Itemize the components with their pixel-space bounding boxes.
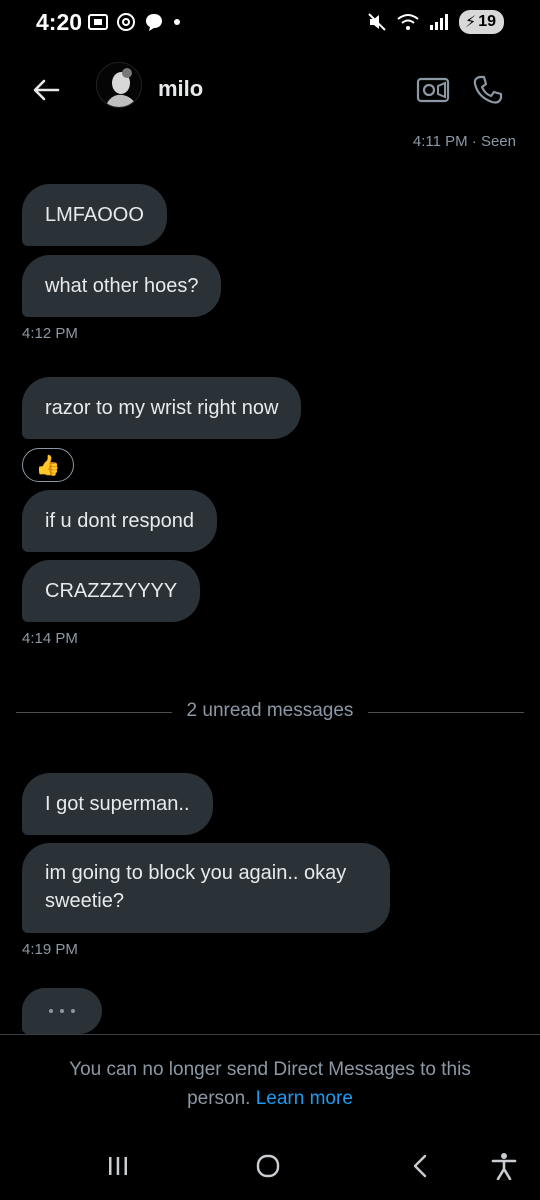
video-call-icon[interactable] [416, 76, 450, 104]
message-timestamp: 4:19 PM [22, 941, 78, 958]
typing-dot [71, 1009, 75, 1013]
system-icons: ⚡ 19 [367, 10, 504, 34]
unread-messages-label: 2 unread messages [186, 700, 354, 721]
phone-icon[interactable] [472, 74, 504, 106]
accessibility-button[interactable] [484, 1150, 524, 1182]
avatar[interactable] [96, 62, 142, 108]
dot-icon [174, 19, 180, 25]
status-bar: 4:20 ⚡ 19 [0, 0, 540, 44]
seen-status: 4:11 PM · Seen [412, 133, 516, 150]
contact-name[interactable]: milo [158, 76, 203, 102]
back-arrow-icon[interactable] [30, 74, 62, 106]
footer-divider [0, 1034, 540, 1035]
mute-icon [368, 13, 386, 31]
message-bubble[interactable]: CRAZZZYYYY [22, 560, 201, 622]
thumbs-up-icon: 👍 [35, 454, 61, 477]
message-bubble[interactable]: razor to my wrist right now [22, 377, 302, 439]
avatar-image [97, 63, 141, 107]
recents-icon [109, 1157, 127, 1175]
threads-icon [117, 13, 135, 31]
signal-icon [429, 14, 448, 30]
system-nav-bar [0, 1130, 540, 1200]
notification-icons [88, 12, 182, 32]
dm-disabled-notice: You can no longer send Direct Messages t… [40, 1055, 500, 1113]
home-icon [256, 1154, 280, 1178]
accessibility-icon [491, 1153, 517, 1180]
reaction-badge[interactable]: 👍 [22, 448, 74, 482]
recents-button[interactable] [98, 1150, 138, 1182]
message-bubble[interactable]: if u dont respond [22, 490, 217, 552]
status-time: 4:20 [36, 9, 83, 35]
back-icon [413, 1154, 427, 1178]
typing-dot [60, 1009, 64, 1013]
message-bubble[interactable]: LMFAOOO [22, 184, 167, 246]
battery-level: 19 [478, 13, 496, 30]
charging-icon: ⚡ [464, 14, 477, 31]
typing-indicator [22, 988, 102, 1034]
learn-more-link[interactable]: Learn more [256, 1088, 353, 1109]
home-button[interactable] [248, 1150, 288, 1182]
back-button[interactable] [400, 1150, 440, 1182]
screenshot-icon [88, 14, 108, 30]
message-bubble[interactable]: I got superman.. [22, 773, 213, 835]
message-timestamp: 4:12 PM [22, 325, 78, 342]
chat-icon [146, 14, 162, 31]
typing-dot [49, 1009, 53, 1013]
battery-icon: ⚡ 19 [458, 10, 504, 34]
wifi-icon [397, 14, 419, 30]
message-timestamp: 4:14 PM [22, 630, 78, 647]
message-bubble[interactable]: what other hoes? [22, 255, 222, 317]
message-bubble[interactable]: im going to block you again.. okay sweet… [22, 843, 390, 933]
unread-divider-right [368, 712, 524, 713]
conversation-header: milo [0, 58, 540, 122]
